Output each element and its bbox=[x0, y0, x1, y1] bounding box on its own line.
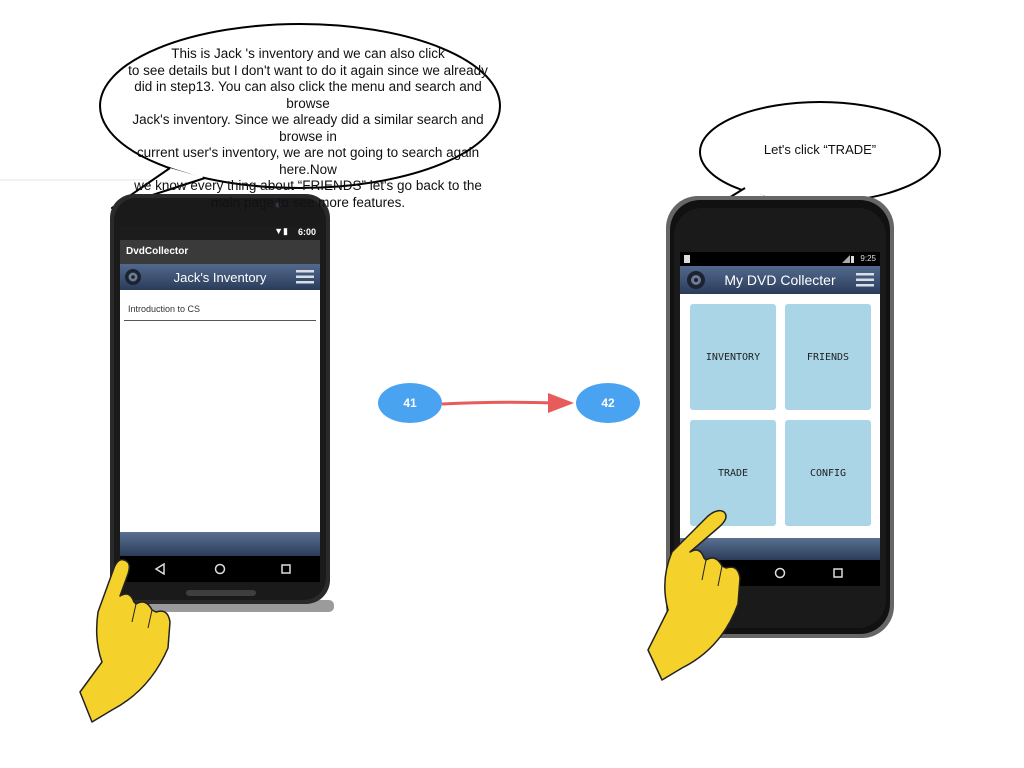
right-speech-bubble bbox=[699, 101, 941, 213]
left-bubble-line: did in step13. You can also click the me… bbox=[134, 79, 482, 111]
left-bubble-line: to see details but I don't want to do it… bbox=[128, 62, 488, 78]
left-bubble-line: current user's inventory, we are not goi… bbox=[136, 145, 480, 177]
left-bubble-line: main page to see more features. bbox=[210, 194, 406, 210]
left-bubble-line: we know every thing about “FRIENDS” let'… bbox=[134, 178, 482, 193]
status-time: 9:25 bbox=[860, 254, 876, 263]
hamburger-menu-icon[interactable] bbox=[296, 270, 314, 284]
wifi-icon: ▼▮ bbox=[274, 226, 288, 236]
phone1-status-bar: ▼▮ 6:00 bbox=[120, 226, 320, 240]
back-nav-icon[interactable] bbox=[154, 563, 166, 575]
phone2-nav-bar bbox=[680, 560, 880, 586]
recents-nav-icon[interactable] bbox=[280, 563, 292, 575]
phone2-status-bar: 9:25 bbox=[680, 252, 880, 266]
inventory-list: Introduction to CS bbox=[120, 290, 320, 532]
step-arrow bbox=[441, 393, 574, 413]
page-title: Jack's Inventory bbox=[173, 270, 267, 285]
inventory-button[interactable]: INVENTORY bbox=[690, 304, 776, 410]
phone2-bottom-bar bbox=[680, 538, 880, 560]
home-nav-icon[interactable] bbox=[214, 563, 226, 575]
page-title: My DVD Collecter bbox=[724, 272, 836, 288]
phone2-toolbar: My DVD Collecter bbox=[680, 266, 880, 294]
main-menu-grid: INVENTORY FRIENDS TRADE CONFIG bbox=[680, 294, 880, 538]
left-bubble-text: This is Jack 's inventory and we can als… bbox=[128, 46, 488, 211]
right-bubble-text: Let's click “TRADE” bbox=[763, 142, 877, 157]
sd-card-icon bbox=[684, 255, 690, 263]
trade-button[interactable]: TRADE bbox=[690, 420, 776, 526]
left-bubble-line: This is Jack 's inventory and we can als… bbox=[171, 46, 445, 61]
phone1-bottom-bar bbox=[120, 532, 320, 556]
left-bubble-line: Jack's inventory. Since we already did a… bbox=[132, 112, 484, 144]
step-badge-from: 41 bbox=[378, 383, 442, 423]
hamburger-menu-icon[interactable] bbox=[856, 273, 874, 287]
phone1-app-bar: DvdCollector bbox=[120, 240, 320, 264]
status-time: 6:00 bbox=[297, 227, 316, 237]
phone1-toolbar: Jack's Inventory bbox=[120, 264, 320, 290]
home-nav-icon[interactable] bbox=[774, 567, 786, 579]
friends-button[interactable]: FRIENDS bbox=[785, 304, 871, 410]
step-badge-to: 42 bbox=[576, 383, 640, 423]
recents-nav-icon[interactable] bbox=[832, 567, 844, 579]
list-item[interactable]: Introduction to CS bbox=[128, 304, 200, 314]
app-name: DvdCollector bbox=[126, 246, 189, 257]
list-divider bbox=[124, 320, 316, 321]
config-button[interactable]: CONFIG bbox=[785, 420, 871, 526]
signal-battery-icon bbox=[842, 255, 854, 263]
phone1-nav-bar bbox=[120, 556, 320, 582]
